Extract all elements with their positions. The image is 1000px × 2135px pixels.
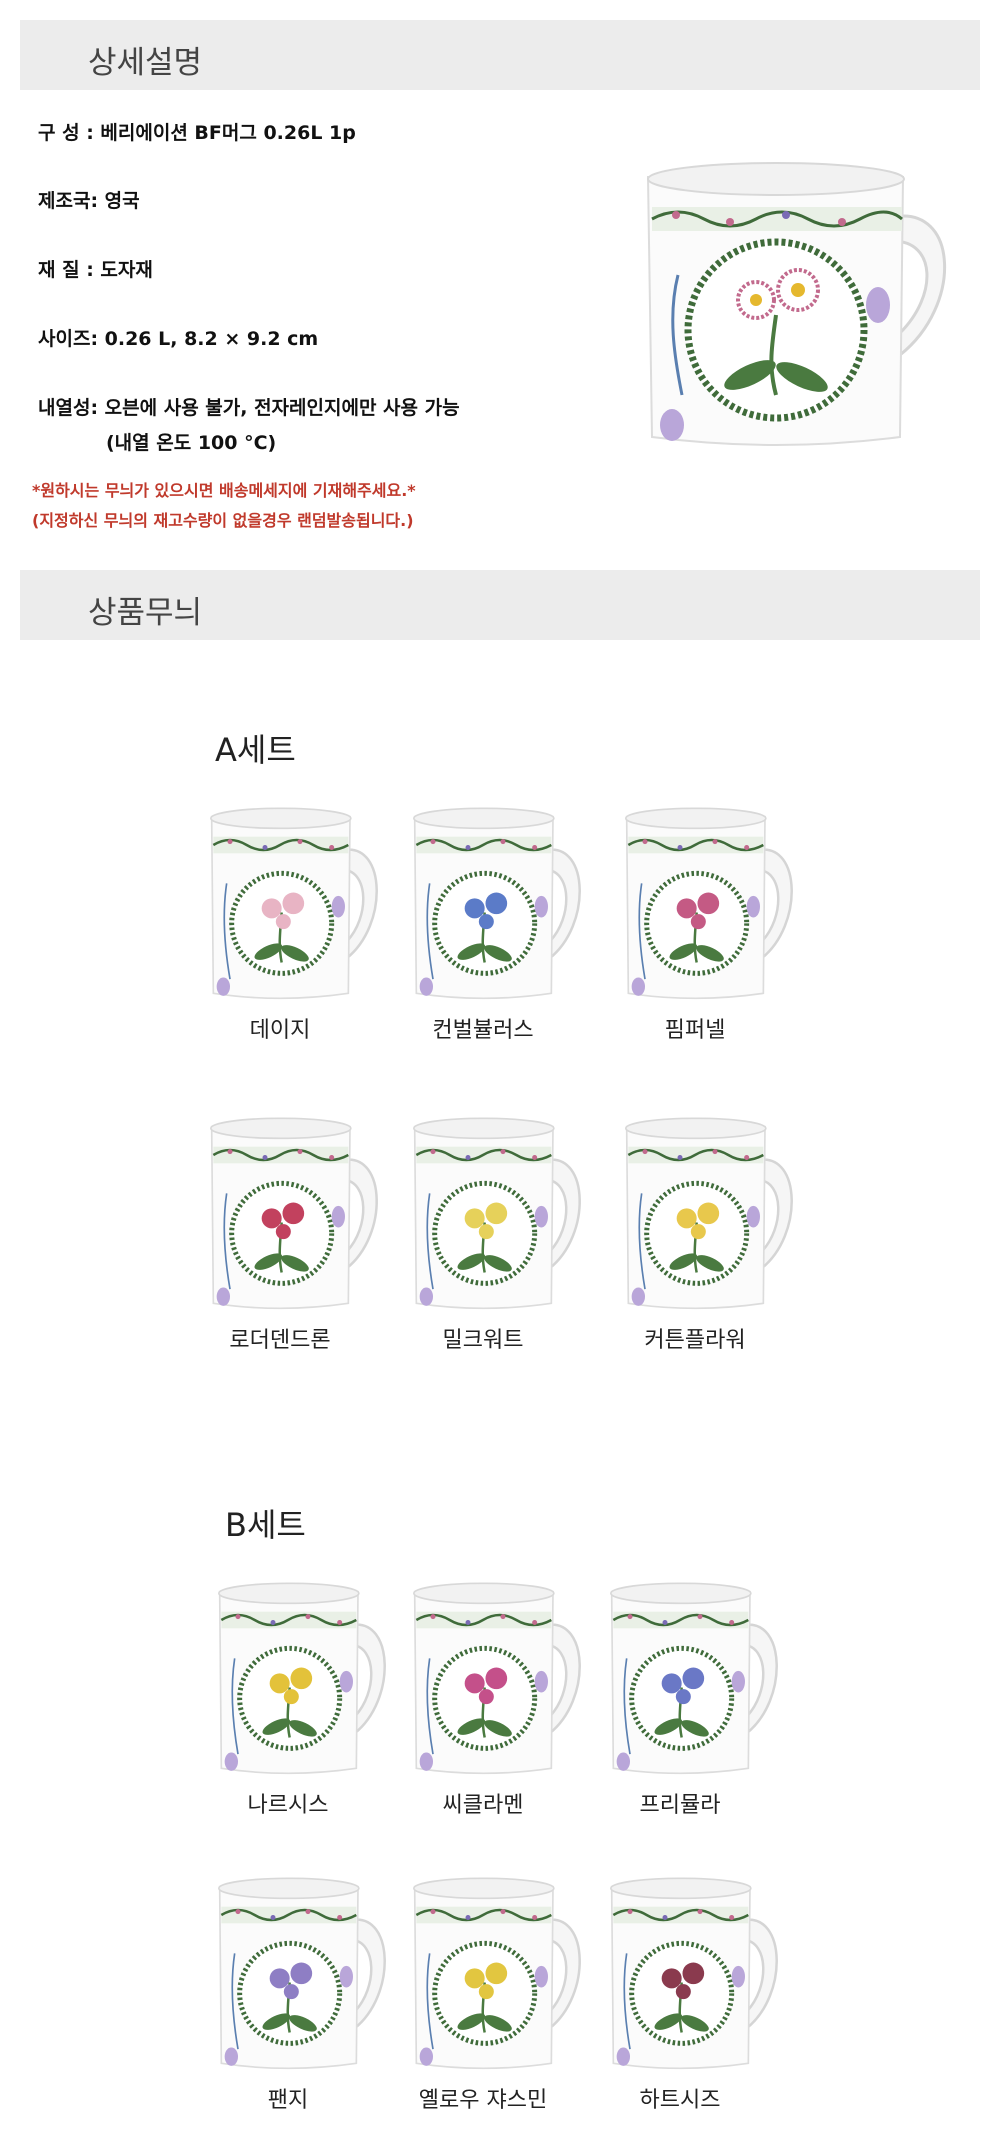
hero-mug-image: [638, 155, 968, 455]
set-a-title: A세트: [215, 731, 296, 769]
mug-image-b1: [198, 1575, 398, 1815]
mug-image-a4: [190, 1110, 390, 1350]
pattern-label-b6: 하트시즈: [639, 2088, 721, 2113]
mug-image-a5: [393, 1110, 593, 1350]
pattern-label-b4: 팬지: [267, 2088, 309, 2113]
mug-image-a3: [605, 800, 805, 1040]
spec-heat-temperature: (내열 온도 100 °C): [106, 432, 277, 454]
pattern-label-a1: 데이지: [249, 1018, 311, 1043]
spec-composition: 구 성 : 베리에이션 BF머그 0.26L 1p: [38, 122, 356, 144]
pattern-label-b3: 프리뮬라: [639, 1793, 721, 1818]
pattern-label-b5: 옐로우 쟈스민: [418, 2088, 548, 2113]
pattern-request-note: *원하시는 무늬가 있으시면 배송메세지에 기재해주세요.*: [32, 481, 416, 500]
mug-image-b6: [590, 1870, 790, 2110]
pattern-label-a5: 밀크워트: [442, 1328, 524, 1353]
mug-image-b3: [590, 1575, 790, 1815]
pattern-label-b2: 씨클라멘: [442, 1793, 524, 1818]
detail-section-header: 상세설명: [20, 20, 980, 90]
spec-material: 재 질 : 도자재: [38, 259, 153, 281]
pattern-label-a2: 컨벌뷸러스: [432, 1018, 534, 1043]
mug-image-a1: [190, 800, 390, 1040]
pattern-label-a3: 핌퍼넬: [664, 1018, 726, 1043]
detail-section-title: 상세설명: [88, 45, 203, 81]
spec-size: 사이즈: 0.26 L, 8.2 × 9.2 cm: [38, 328, 319, 350]
pattern-label-a4: 로더덴드론: [229, 1328, 331, 1353]
mug-image-b2: [393, 1575, 593, 1815]
pattern-label-b1: 나르시스: [247, 1793, 329, 1818]
random-shipping-note: (지정하신 무늬의 재고수량이 없을경우 랜덤발송됩니다.): [32, 511, 414, 530]
pattern-label-a6: 커튼플라워: [644, 1328, 746, 1353]
spec-heat-resistance: 내열성: 오븐에 사용 불가, 전자레인지에만 사용 가능: [38, 397, 460, 419]
patterns-section-header: 상품무늬: [20, 570, 980, 640]
mug-image-a2: [393, 800, 593, 1040]
patterns-section-title: 상품무늬: [88, 595, 203, 631]
mug-image-b5: [393, 1870, 593, 2110]
mug-image-a6: [605, 1110, 805, 1350]
spec-origin: 제조국: 영국: [38, 190, 140, 212]
set-b-title: B세트: [225, 1506, 306, 1544]
mug-image-b4: [198, 1870, 398, 2110]
